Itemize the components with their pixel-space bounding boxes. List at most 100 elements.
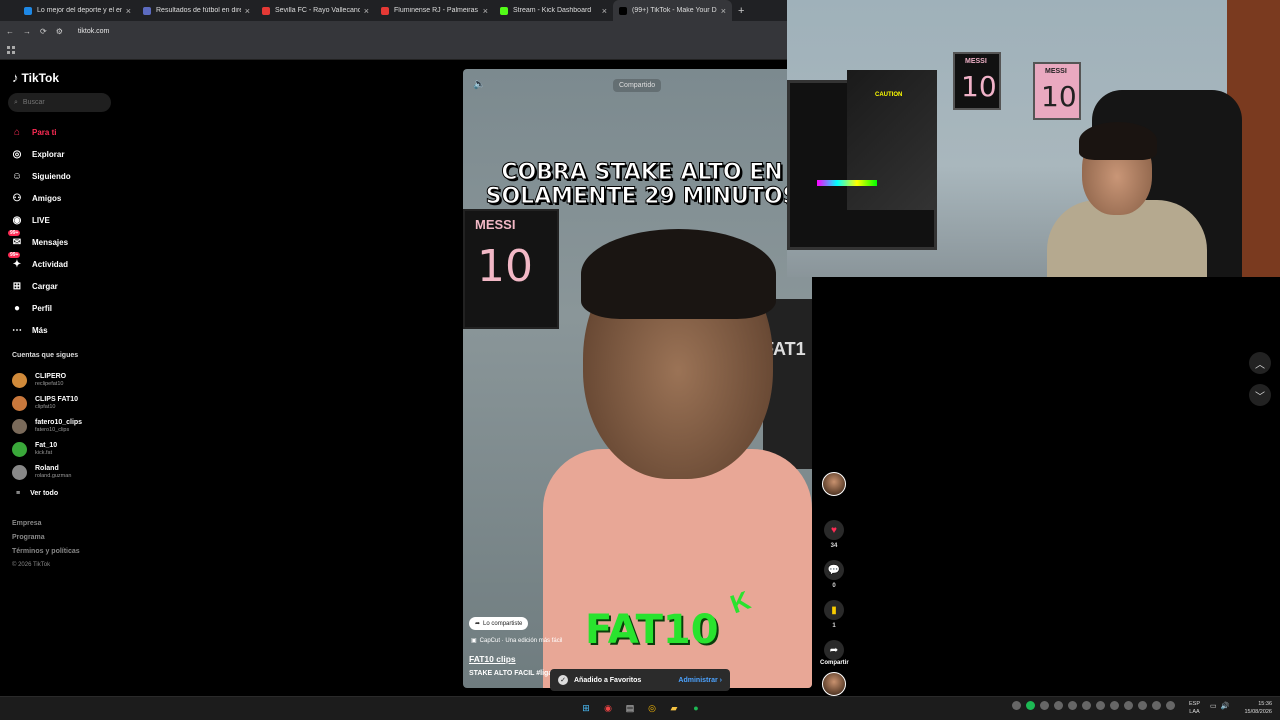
task-view-icon[interactable]: ▤ xyxy=(622,700,638,716)
url-field[interactable]: tiktok.com xyxy=(78,28,110,35)
close-icon[interactable]: × xyxy=(364,6,369,16)
quick-settings[interactable]: ▭ 🔊 xyxy=(1210,702,1229,710)
share-arrow-icon: ➦ xyxy=(475,621,481,627)
forward-icon[interactable]: → xyxy=(23,27,31,36)
manage-label: Administrar xyxy=(678,676,718,684)
video-player[interactable]: MESSI 10 FAT1 🔈 Compartido COBRA STAKE A… xyxy=(463,69,812,688)
share-button[interactable]: ➦ xyxy=(824,640,844,660)
home-icon: ⌂ xyxy=(13,126,21,138)
back-icon[interactable]: ← xyxy=(6,27,14,36)
tray-icon-6[interactable] xyxy=(1082,701,1091,710)
spotify-icon[interactable]: ● xyxy=(688,700,704,716)
footer-link-terminos[interactable]: Términos y políticas xyxy=(12,548,80,562)
tray-icon-9[interactable] xyxy=(1124,701,1133,710)
search-input[interactable] xyxy=(22,99,103,106)
webcam-overlay: MESSI 10 MESSI 10 CAUTION xyxy=(787,0,1280,277)
tray-icon-8[interactable] xyxy=(1110,701,1119,710)
following-account[interactable]: CLIPS FAT10 clipfat10 xyxy=(12,392,82,415)
poster1-text: MESSI xyxy=(965,58,987,65)
site-info-icon[interactable]: ⚙ xyxy=(56,27,63,36)
toast-message: Añadido a Favoritos xyxy=(574,676,642,684)
sidebar-item-home[interactable]: ⌂ Para ti xyxy=(10,121,71,143)
following-account[interactable]: fatero10_clips fatero10_clips xyxy=(12,415,82,438)
close-icon[interactable]: × xyxy=(602,6,607,16)
next-video-button[interactable]: ﹀ xyxy=(1249,384,1271,406)
see-all-label: Ver todo xyxy=(30,489,59,497)
sidebar-footer: Empresa Programa Términos y políticas © … xyxy=(12,520,80,576)
manage-link[interactable]: Administrar › xyxy=(678,677,722,684)
tray-icon-11[interactable] xyxy=(1152,701,1161,710)
tray-icon-5[interactable] xyxy=(1068,701,1077,710)
browser-tab[interactable]: Stream - Kick Dashboard × xyxy=(494,0,613,21)
close-icon[interactable]: × xyxy=(483,6,488,16)
sidebar-item-more[interactable]: ⋯ Más xyxy=(10,319,71,341)
sidebar-item-activity[interactable]: ✦ 99+ Actividad xyxy=(8,252,71,275)
sidebar-item-live[interactable]: ◉ LIVE xyxy=(10,209,71,231)
tray-icon-12[interactable] xyxy=(1166,701,1175,710)
close-icon[interactable]: × xyxy=(245,6,250,16)
apps-grid-icon[interactable] xyxy=(7,46,15,54)
sidebar-item-upload[interactable]: ⊞ Cargar xyxy=(10,275,71,297)
sidebar-item-compass[interactable]: ◎ Explorar xyxy=(10,143,71,165)
tray-icon-4[interactable] xyxy=(1054,701,1063,710)
tab-favicon-icon xyxy=(619,6,627,15)
previous-video-button[interactable]: ︿ xyxy=(1249,352,1271,374)
comment-button[interactable]: 💬 xyxy=(824,560,844,580)
screen: Lo mejor del deporte y el entre × Result… xyxy=(0,0,1280,720)
app-icon[interactable]: ◉ xyxy=(600,700,616,716)
close-icon[interactable]: × xyxy=(126,6,131,16)
search-box[interactable]: ⌕ xyxy=(8,93,111,112)
save-button[interactable]: ▮ xyxy=(824,600,844,620)
poster2-text: MESSI xyxy=(1045,68,1067,75)
tiktok-logo[interactable]: ♪ TikTok xyxy=(12,70,59,85)
chrome-icon[interactable]: ◎ xyxy=(644,700,660,716)
tray-icon-7[interactable] xyxy=(1096,701,1105,710)
following-account[interactable]: Fat_10 kick.fat xyxy=(12,438,82,461)
tab-title: (99+) TikTok - Make Your D xyxy=(632,7,717,14)
tray-icon-1[interactable] xyxy=(1012,701,1021,710)
tab-strip: Lo mejor del deporte y el entre × Result… xyxy=(0,0,790,21)
tab-favicon-icon xyxy=(24,6,32,15)
see-all-button[interactable]: ≡ Ver todo xyxy=(12,484,82,502)
following-account[interactable]: CLIPERO reclipefat10 xyxy=(12,369,82,392)
music-avatar[interactable] xyxy=(822,672,846,696)
new-tab-button[interactable]: + xyxy=(738,5,744,17)
poster-text: MESSI xyxy=(475,217,516,232)
check-icon: ✓ xyxy=(558,675,568,685)
browser-tab[interactable]: Lo mejor del deporte y el entre × xyxy=(18,0,137,21)
close-icon[interactable]: × xyxy=(721,6,726,16)
avatar xyxy=(12,373,27,388)
video-description[interactable]: STAKE ALTO FACIL #ligaf xyxy=(469,670,555,677)
avatar xyxy=(12,465,27,480)
browser-tab[interactable]: Sevilla FC - Rayo Vallecano Cuo × xyxy=(256,0,375,21)
sidebar-item-following[interactable]: ☺ Siguiendo xyxy=(10,165,71,187)
footer-link-empresa[interactable]: Empresa xyxy=(12,520,80,534)
tray-icon-10[interactable] xyxy=(1138,701,1147,710)
tray-icon-3[interactable] xyxy=(1040,701,1049,710)
video-overlay-title: COBRA STAKE ALTO EN SOLAMENTE 29 MINUTOS xyxy=(485,160,799,209)
capcut-link[interactable]: ▣ CapCut · Una edición más fácil xyxy=(471,637,562,645)
footer-link-programa[interactable]: Programa xyxy=(12,534,80,548)
shared-chip[interactable]: ➦ Lo compartiste xyxy=(469,617,529,630)
account-handle: reclipefat10 xyxy=(35,381,64,387)
like-button[interactable]: ♥ xyxy=(824,520,844,540)
language-indicator[interactable]: ESP LAA xyxy=(1189,700,1200,716)
creator-avatar[interactable] xyxy=(822,472,846,496)
following-account[interactable]: Roland roland.guzman xyxy=(12,461,82,484)
start-icon[interactable]: ⊞ xyxy=(578,700,594,716)
volume-icon[interactable]: 🔈 xyxy=(473,79,485,90)
clock[interactable]: 15:36 15/08/2026 xyxy=(1236,700,1272,716)
file-explorer-icon[interactable]: ▰ xyxy=(666,700,682,716)
browser-tab[interactable]: (99+) TikTok - Make Your D × xyxy=(613,0,732,21)
sidebar-item-friends[interactable]: ⚇ Amigos xyxy=(10,187,71,209)
sidebar-item-profile[interactable]: ● Perfil xyxy=(10,297,71,319)
profile-icon: ● xyxy=(13,302,21,314)
browser-tab[interactable]: Resultados de fútbol en directo × xyxy=(137,0,256,21)
spotify-tray-icon[interactable] xyxy=(1026,701,1035,710)
poster-number: 10 xyxy=(477,241,533,292)
video-author[interactable]: FAT10 clips xyxy=(469,654,516,664)
reload-icon[interactable]: ⟳ xyxy=(40,27,47,36)
sidebar-item-messages[interactable]: ✉ 99+ Mensajes xyxy=(8,230,71,253)
tab-title: Resultados de fútbol en directo xyxy=(156,7,241,14)
browser-tab[interactable]: Fluminense RJ - Palmeiras SP C × xyxy=(375,0,494,21)
